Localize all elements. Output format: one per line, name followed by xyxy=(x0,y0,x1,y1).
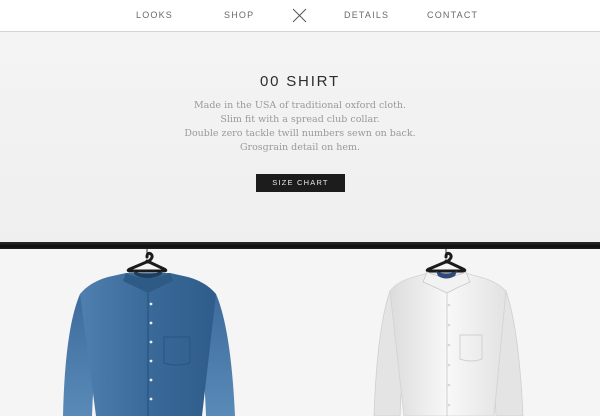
product-description: Made in the USA of traditional oxford cl… xyxy=(0,99,600,155)
product-gallery xyxy=(0,249,600,416)
top-nav: LOOKS SHOP DETAILS CONTACT xyxy=(0,0,600,32)
description-line: Grosgrain detail on hem. xyxy=(239,142,361,153)
product-title: 00 SHIRT xyxy=(260,73,340,90)
nav-item-details[interactable]: DETAILS xyxy=(344,10,389,21)
nav-item-shop[interactable]: SHOP xyxy=(224,10,254,21)
nav-item-contact[interactable]: CONTACT xyxy=(427,10,478,21)
nav-item-looks[interactable]: LOOKS xyxy=(136,10,173,21)
cross-logo-icon[interactable] xyxy=(292,8,307,23)
clothing-rack xyxy=(0,242,600,249)
product-image-blue-shirt[interactable] xyxy=(30,249,270,416)
product-image-white-shirt[interactable] xyxy=(330,249,570,416)
description-line: Made in the USA of traditional oxford cl… xyxy=(193,100,407,111)
description-line: Slim fit with a spread club collar. xyxy=(220,114,380,125)
description-line: Double zero tackle twill numbers sewn on… xyxy=(184,128,416,139)
size-chart-button[interactable]: SIZE CHART xyxy=(256,174,345,192)
